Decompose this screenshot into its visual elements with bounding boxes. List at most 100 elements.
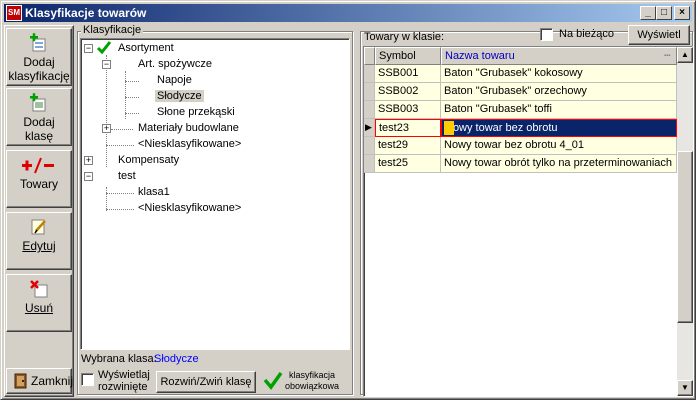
cell-name[interactable]: Baton "Grubasek" orzechowy: [441, 83, 677, 101]
tree-line: [106, 55, 107, 167]
plus-minus-icon: [21, 155, 57, 175]
add-classification-label-1: Dodaj: [23, 55, 55, 69]
column-header-name[interactable]: Nazwa towaru: [441, 47, 677, 65]
table-row[interactable]: SSB003 Baton "Grubasek" toffi: [364, 101, 677, 119]
row-indicator: [364, 137, 375, 155]
window: SM Klasyfikacje towarów _ □ × Dodaj klas…: [0, 0, 696, 400]
table-row-selected[interactable]: ▶ test23 Nowy towar bez obrotu: [364, 119, 677, 137]
tree-node-art-spozywcze[interactable]: Art. spożywcze: [138, 58, 212, 70]
grid-header-row: Symbol Nazwa towaru ▪▪▪: [364, 47, 677, 65]
maximize-button[interactable]: □: [656, 6, 672, 20]
tree-line: [106, 209, 134, 210]
text-cursor-highlight: [444, 121, 454, 135]
tree-line: [125, 113, 139, 114]
delete-label: Usuń: [24, 301, 53, 315]
expand-collapse-class-button[interactable]: Rozwiń/Zwiń klasę: [156, 371, 256, 393]
cell-name[interactable]: Nowy towar obrót tylko na przeterminowan…: [441, 155, 677, 173]
table-row[interactable]: test29 Nowy towar bez obrotu 4_01: [364, 137, 677, 155]
tree-node-slone-przekaski[interactable]: Słone przekąski: [157, 106, 235, 118]
table-row[interactable]: SSB002 Baton "Grubasek" orzechowy: [364, 83, 677, 101]
cell-symbol[interactable]: SSB003: [375, 101, 441, 119]
scroll-down-button[interactable]: ▼: [677, 380, 693, 396]
edit-label: Edytuj: [22, 239, 56, 253]
add-classification-label-2: klasyfikację: [8, 69, 70, 83]
tree-line: [106, 145, 134, 146]
collapse-toggle[interactable]: −: [84, 44, 93, 53]
minimize-button[interactable]: _: [640, 6, 656, 20]
classifications-caption: Klasyfikacje: [81, 24, 144, 36]
mandatory-label-1: klasyfikacja: [289, 370, 336, 380]
mandatory-check-icon: [96, 40, 112, 56]
edit-button[interactable]: Edytuj: [6, 212, 72, 270]
tree-line: [125, 81, 139, 82]
cell-symbol[interactable]: SSB002: [375, 83, 441, 101]
edit-icon: [29, 217, 49, 237]
add-class-icon: [29, 93, 49, 113]
add-class-label-2: klasę: [24, 129, 53, 143]
cell-name-selected[interactable]: Nowy towar bez obrotu: [441, 119, 677, 137]
tree-node-asortyment[interactable]: Asortyment: [118, 42, 174, 54]
selected-class-value: Słodycze: [154, 353, 199, 365]
collapse-toggle[interactable]: −: [84, 172, 93, 181]
app-icon: SM: [6, 5, 22, 21]
show-expanded-label-1: Wyświetlaj: [98, 369, 150, 381]
scroll-thumb[interactable]: [677, 151, 693, 323]
tree-node-niesklasyfikowane-2[interactable]: <Niesklasyfikowane>: [138, 202, 241, 214]
delete-button[interactable]: Usuń: [6, 274, 72, 332]
cell-name[interactable]: Baton "Grubasek" kokosowy: [441, 65, 677, 83]
show-expanded-label-2: rozwinięte: [98, 381, 148, 393]
table-row[interactable]: SSB001 Baton "Grubasek" kokosowy: [364, 65, 677, 83]
add-classification-icon: [29, 33, 49, 53]
column-header-symbol[interactable]: Symbol: [375, 47, 441, 65]
collapse-toggle[interactable]: −: [102, 60, 111, 69]
tree-line: [111, 129, 133, 130]
tree-line: [106, 193, 134, 194]
row-indicator: [364, 65, 375, 83]
add-class-label-1: Dodaj: [23, 115, 55, 129]
table-row[interactable]: test25 Nowy towar obrót tylko na przeter…: [364, 155, 677, 173]
goods-grid[interactable]: Symbol Nazwa towaru ▪▪▪ SSB001 Baton "Gr…: [363, 46, 693, 397]
expand-toggle[interactable]: +: [84, 156, 93, 165]
tree-node-slodycze[interactable]: Słodycze: [155, 90, 204, 102]
tree-node-materialy-budowlane[interactable]: Materiały budowlane: [138, 122, 239, 134]
show-button[interactable]: Wyświetl: [628, 25, 690, 45]
cell-symbol[interactable]: SSB001: [375, 65, 441, 83]
cell-name[interactable]: Nowy towar bez obrotu 4_01: [441, 137, 677, 155]
door-icon: [13, 373, 29, 389]
title-bar[interactable]: SM Klasyfikacje towarów _ □ ×: [4, 4, 692, 22]
current-row-marker-icon: ▶: [364, 119, 375, 137]
selected-class-label: Wybrana klasa:: [81, 353, 157, 365]
goods-scrollbar[interactable]: ▲ ▼: [677, 47, 693, 396]
live-update-checkbox[interactable]: [540, 28, 553, 41]
delete-icon: [29, 279, 49, 299]
cell-symbol[interactable]: test25: [375, 155, 441, 173]
classification-tree[interactable]: − − + + − Asortyment Art. spożywcze Napo…: [80, 38, 350, 350]
show-expanded-label: Wyświetlaj rozwinięte: [98, 369, 150, 393]
mandatory-check-icon-large: [263, 370, 283, 390]
tree-node-niesklasyfikowane[interactable]: <Niesklasyfikowane>: [138, 138, 241, 150]
goods-caption: Towary w klasie:: [364, 31, 445, 43]
tree-node-napoje[interactable]: Napoje: [157, 74, 192, 86]
goods-label: Towary: [19, 177, 58, 191]
cell-name[interactable]: Baton "Grubasek" toffi: [441, 101, 677, 119]
tree-line: [106, 187, 107, 211]
row-indicator: [364, 83, 375, 101]
tree-node-klasa1[interactable]: klasa1: [138, 186, 170, 198]
add-classification-button[interactable]: Dodaj klasyfikację: [6, 28, 72, 86]
cell-symbol[interactable]: test23: [375, 119, 441, 137]
indicator-header: [364, 47, 375, 65]
row-indicator: [364, 101, 375, 119]
show-expanded-checkbox[interactable]: [81, 373, 94, 386]
row-indicator: [364, 155, 375, 173]
add-class-button[interactable]: Dodaj klasę: [6, 88, 72, 146]
goods-button[interactable]: Towary: [6, 150, 72, 208]
tree-node-kompensaty[interactable]: Kompensaty: [118, 154, 179, 166]
close-label: Zamknij: [31, 374, 74, 388]
tree-node-test[interactable]: test: [118, 170, 136, 182]
cell-symbol[interactable]: test29: [375, 137, 441, 155]
expand-toggle[interactable]: +: [102, 124, 111, 133]
mandatory-classification-label: klasyfikacja obowiązkowa: [285, 370, 339, 392]
scroll-up-button[interactable]: ▲: [677, 47, 693, 63]
close-window-button[interactable]: ×: [674, 6, 690, 20]
close-button[interactable]: Zamknij: [6, 368, 74, 394]
